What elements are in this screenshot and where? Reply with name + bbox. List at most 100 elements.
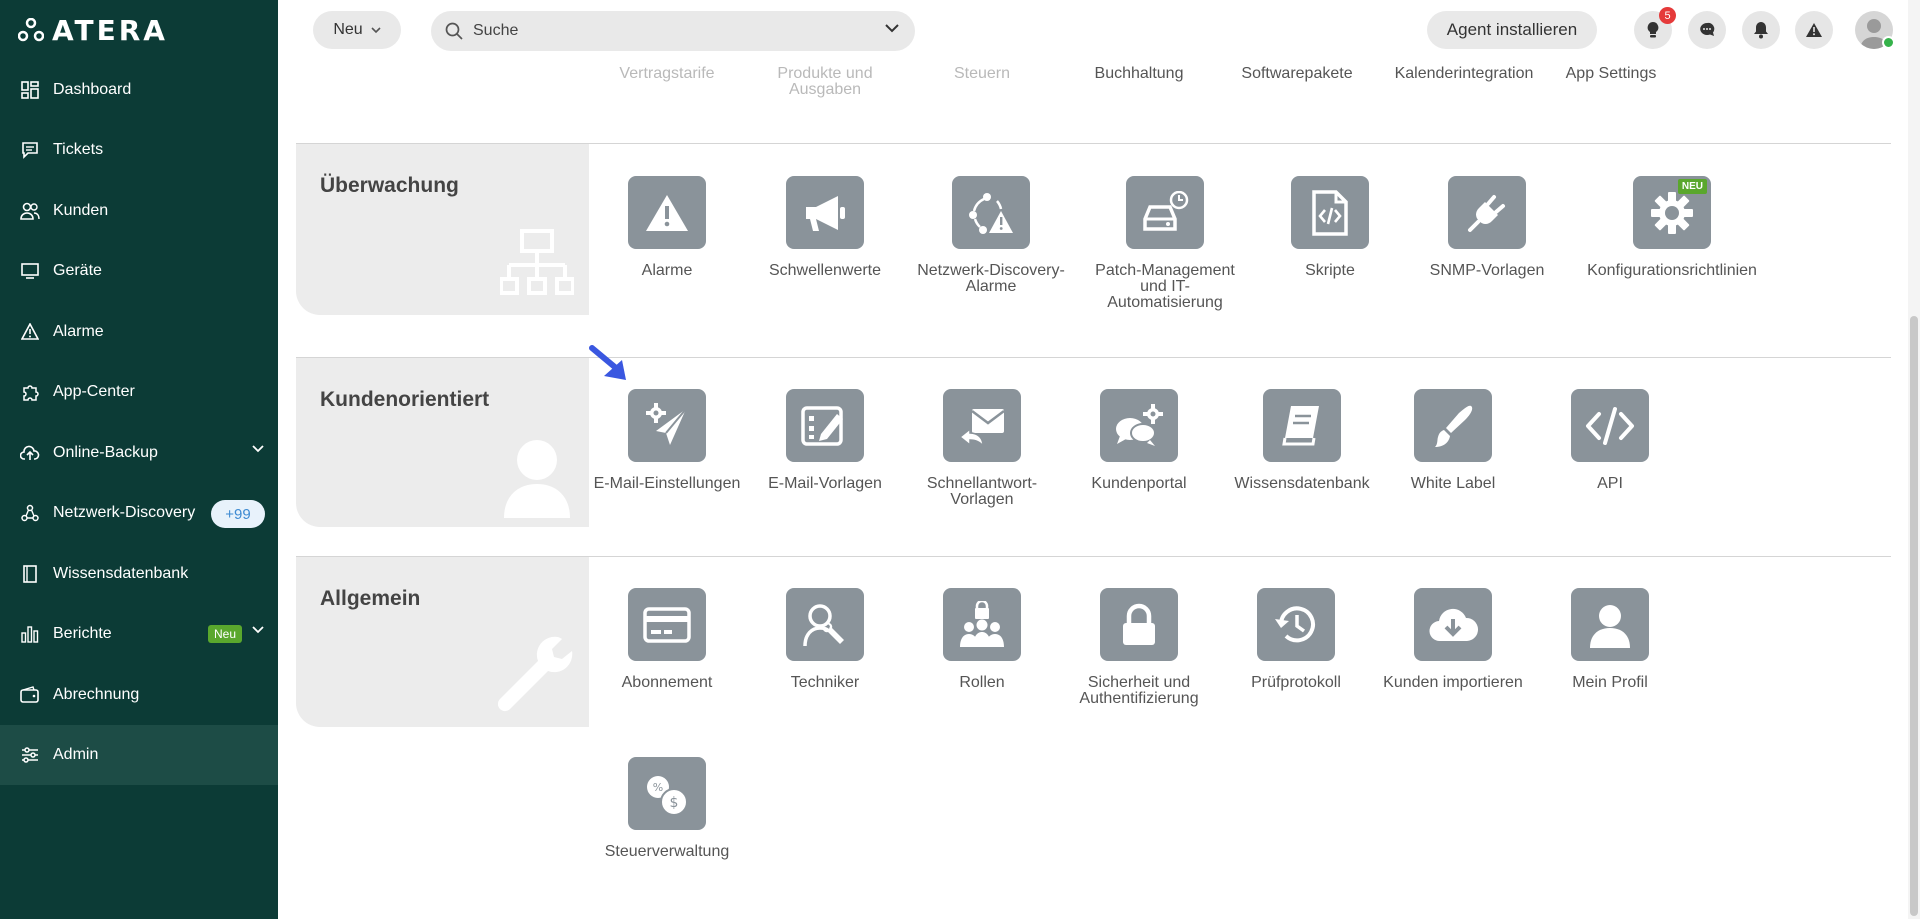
network-icon [20,503,40,523]
tile-wissensdatenbank[interactable]: Wissensdatenbank [1222,389,1382,492]
tile-produkte-und-ausgaben[interactable]: Produkte und Ausgaben [750,66,900,98]
sidebar-item-admin[interactable]: Admin [0,725,278,785]
tile-softwarepakete[interactable]: Softwarepakete [1222,66,1372,82]
ticket-icon [20,140,40,160]
alerts-button[interactable] [1795,11,1833,49]
sidebar-item-label: App-Center [53,383,135,400]
new-button[interactable]: Neu [313,11,401,49]
sidebar-item-label: Admin [53,746,99,763]
brush-icon [1435,405,1473,447]
sidebar-item-geraete[interactable]: Geräte [0,241,278,301]
sidebar-item-abrechnung[interactable]: Abrechnung [0,665,278,725]
tile-snmp-vorlagen[interactable]: SNMP-Vorlagen [1407,176,1567,279]
sidebar-item-kunden[interactable]: Kunden [0,181,278,241]
sidebar-item-dashboard[interactable]: Dashboard [0,60,278,120]
svg-text:%: % [653,781,663,794]
tile-kunden-importieren[interactable]: Kunden importieren [1373,588,1533,691]
sidebar-item-wissensdatenbank[interactable]: Wissensdatenbank [0,544,278,604]
patch-clock-icon [1143,190,1189,231]
sidebar-item-label: Berichte [53,625,112,642]
sidebar-item-tickets[interactable]: Tickets [0,120,278,180]
sidebar-item-alarme[interactable]: Alarme [0,302,278,362]
scrollbar-thumb[interactable] [1910,316,1918,916]
tile-email-vorlagen[interactable]: E-Mail-Vorlagen [745,389,905,492]
tile-kundenportal[interactable]: Kundenportal [1059,389,1219,492]
reply-mail-icon [958,408,1005,447]
search-icon [445,22,463,40]
network-hierarchy-icon [500,229,574,295]
bell-icon [1754,22,1768,39]
pointer-arrow-icon [589,345,626,380]
sidebar: ATERA Dashboard Tickets Kunden Geräte Al… [0,0,278,919]
install-agent-button[interactable]: Agent installieren [1427,11,1597,49]
template-edit-icon [801,405,843,446]
atera-logo[interactable]: ATERA [18,13,168,47]
chat-button[interactable] [1688,11,1726,49]
sidebar-item-app-center[interactable]: App-Center [0,362,278,422]
tile-pruefprotokoll[interactable]: Prüfprotokoll [1216,588,1376,691]
warning-icon [646,194,688,231]
tile-email-einstellungen[interactable]: E-Mail-Einstellungen [587,389,747,492]
tile-rollen[interactable]: Rollen [902,588,1062,691]
tile-kalenderintegration[interactable]: Kalenderintegration [1379,66,1549,82]
search-placeholder: Suche [473,22,519,39]
logo-text: ATERA [52,13,168,47]
count-badge: +99 [211,500,265,528]
tile-api[interactable]: API [1530,389,1690,492]
chevron-down-icon[interactable] [252,445,264,453]
tile-sicherheit-und-authentifizierung[interactable]: Sicherheit und Authentifizierung [1059,588,1219,707]
sidebar-item-online-backup[interactable]: Online-Backup [0,423,278,483]
sidebar-item-berichte[interactable]: Berichte Neu [0,604,278,664]
chat-icon [1700,22,1715,36]
tile-steuern[interactable]: Steuern [907,66,1057,82]
tile-white-label[interactable]: White Label [1373,389,1533,492]
notifications-button[interactable] [1742,11,1780,49]
technician-icon [803,603,844,646]
tile-schwellenwerte[interactable]: Schwellenwerte [745,176,905,279]
wallet-icon [20,685,40,705]
sliders-icon [20,745,40,765]
cloud-upload-icon [20,443,40,463]
section-general-panel: Allgemein [296,557,589,727]
sidebar-item-label: Alarme [53,323,104,340]
chevron-down-icon[interactable] [252,626,264,634]
sidebar-item-label: Abrechnung [53,686,140,703]
tile-alarme[interactable]: Alarme [587,176,747,279]
section-customer-panel: Kundenorientiert [296,358,589,527]
section-title-customer: Kundenorientiert [320,388,490,411]
section-monitoring-panel: Überwachung [296,144,589,315]
plug-icon [1468,194,1505,232]
sidebar-item-label: Geräte [53,262,102,279]
tile-konfigurationsrichtlinien[interactable]: NEU Konfigurationsrichtlinien [1572,176,1772,279]
new-button-label: Neu [333,21,363,38]
svg-text:$: $ [670,795,679,811]
tile-mein-profil[interactable]: Mein Profil [1530,588,1690,691]
book-icon [1282,405,1319,445]
script-file-icon [1312,189,1348,236]
sidebar-item-netzwerk-discovery[interactable]: Netzwerk-Discovery +99 [0,483,278,543]
tile-schnellantwort-vorlagen[interactable]: Schnellantwort-Vorlagen [902,389,1062,508]
tile-abonnement[interactable]: Abonnement [587,588,747,691]
search-input[interactable]: Suche [431,11,915,51]
sidebar-item-label: Kunden [53,202,109,219]
warning-icon [1806,23,1822,37]
tile-vertragstarife[interactable]: Vertragstarife [592,66,742,82]
tile-netzwerk-discovery-alarme[interactable]: Netzwerk-Discovery-Alarme [911,176,1071,295]
lock-icon [1123,603,1155,645]
tile-patch-management[interactable]: Patch-Management und IT-Automatisierung [1085,176,1245,311]
bar-chart-icon [20,624,40,644]
wrench-icon [497,636,573,712]
monitor-icon [20,261,40,281]
tips-button[interactable]: 5 [1634,7,1676,49]
tile-steuerverwaltung[interactable]: % $ Steuerverwaltung [587,757,747,860]
tile-skripte[interactable]: Skripte [1250,176,1410,279]
sidebar-item-label: Online-Backup [53,444,158,461]
tile-buchhaltung[interactable]: Buchhaltung [1064,66,1214,82]
sidebar-item-label: Netzwerk-Discovery [53,504,196,521]
online-status-dot [1882,36,1895,49]
sidebar-item-label: Tickets [53,141,104,158]
section-title-general: Allgemein [320,587,421,610]
chevron-down-icon[interactable] [885,24,899,33]
tile-app-settings[interactable]: App Settings [1536,66,1686,82]
tile-techniker[interactable]: Techniker [745,588,905,691]
